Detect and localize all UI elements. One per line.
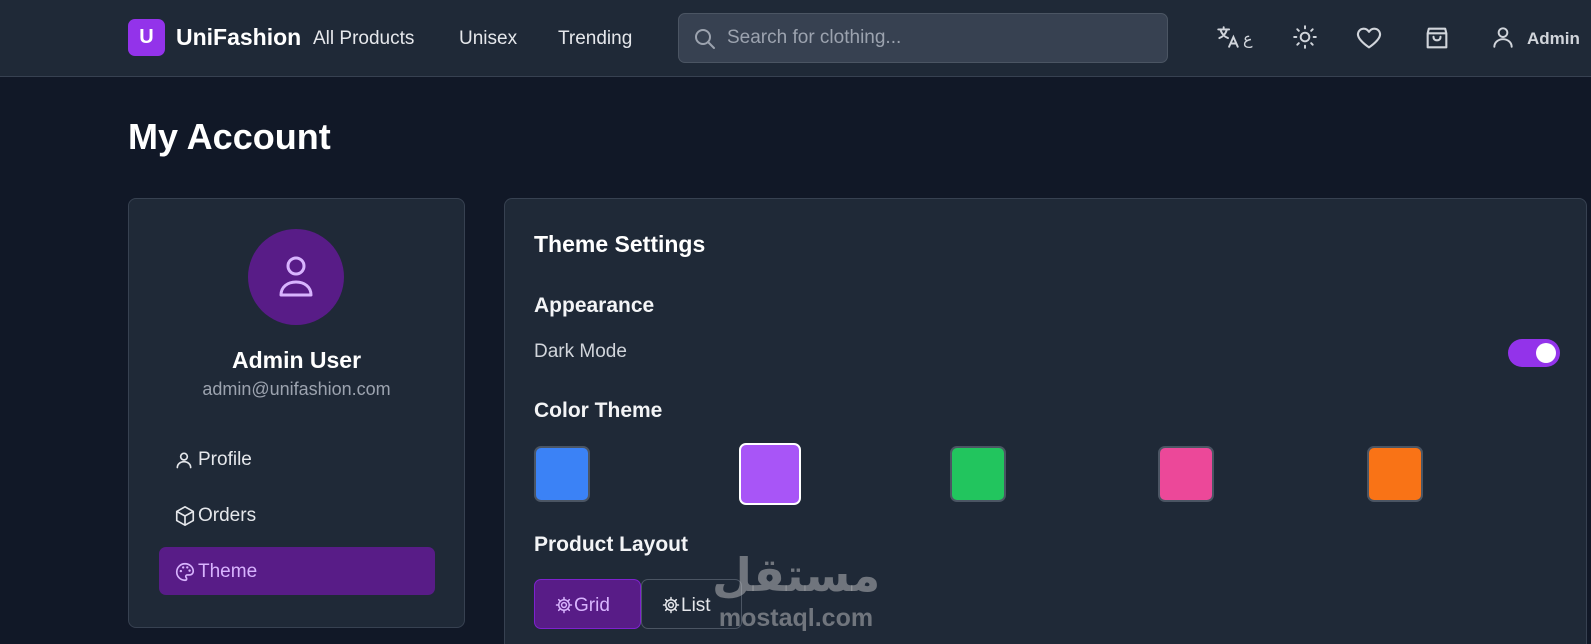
translate-icon[interactable] [1215,24,1241,50]
sidebar-item-orders[interactable]: Orders [159,491,435,539]
user-icon[interactable] [1490,24,1516,50]
package-icon [175,506,195,526]
nav-unisex[interactable]: Unisex [459,28,517,50]
shopping-bag-icon[interactable] [1423,24,1451,52]
nav-all-products[interactable]: All Products [313,28,414,50]
section-title: Theme Settings [534,231,706,257]
top-navbar: U UniFashion All Products Unisex Trendin… [0,0,1591,77]
watermark-arabic: مستقل [712,548,881,602]
color-swatch-green[interactable] [950,446,1006,502]
user-email: admin@unifashion.com [202,379,391,399]
language-label[interactable]: ع [1243,29,1253,49]
user-icon [176,452,192,469]
sidebar-item-label: Profile [198,449,252,470]
sidebar-item-theme[interactable]: Theme [159,547,435,595]
color-swatch-orange[interactable] [1367,446,1423,502]
theme-settings-card: Theme Settings Appearance Dark Mode Colo… [504,198,1587,644]
gear-icon [555,596,573,614]
heart-icon[interactable] [1355,24,1383,52]
layout-grid-button[interactable]: Grid [534,579,641,629]
nav-trending[interactable]: Trending [558,28,632,50]
account-sidebar: Admin User admin@unifashion.com Profile … [128,198,465,628]
appearance-heading: Appearance [534,294,655,317]
color-swatch-pink[interactable] [1158,446,1214,502]
brand-name[interactable]: UniFashion [176,24,301,51]
logo-badge[interactable]: U [128,19,165,56]
layout-list-label: List [681,595,711,616]
search-input[interactable] [727,25,1147,51]
page-title: My Account [128,116,331,157]
avatar [248,229,344,325]
palette-icon [176,562,195,582]
search-icon [695,29,715,49]
gear-icon [662,596,680,614]
layout-grid-label: Grid [574,595,610,616]
sun-icon[interactable] [1292,24,1318,50]
sidebar-item-profile[interactable]: Profile [159,435,435,483]
user-name: Admin User [231,347,362,373]
color-theme-heading: Color Theme [534,399,663,422]
sidebar-item-label: Orders [198,505,257,526]
color-swatch-purple[interactable] [739,443,801,505]
dark-mode-toggle[interactable] [1508,339,1560,367]
color-swatch-blue[interactable] [534,446,590,502]
search-bar[interactable] [678,13,1168,63]
user-menu-label[interactable]: Admin [1527,29,1580,49]
watermark-latin: mostaql.com [718,604,874,632]
product-layout-heading: Product Layout [534,533,689,556]
toggle-knob [1536,343,1556,363]
dark-mode-label: Dark Mode [534,341,627,362]
user-avatar-icon [279,256,313,297]
sidebar-item-label: Theme [198,561,258,582]
